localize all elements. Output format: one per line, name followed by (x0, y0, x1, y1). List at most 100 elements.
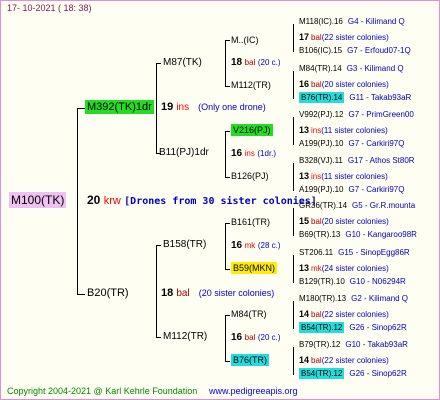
gen4-note: (20 c.) (257, 58, 281, 67)
gen5-origin: G4 - Kilimand Q (347, 17, 405, 26)
root-drone-line: 20 krw [Drones from 30 sister colonies] (87, 194, 317, 207)
gen5-count: 14 (299, 309, 310, 319)
gen4-node: V216(PJ) (231, 124, 273, 136)
gen5-origin: G26 - Sinop62R (349, 323, 407, 332)
gen4-node: M84(TR) (231, 309, 267, 319)
connector (156, 245, 157, 337)
pedigree-chart: 17- 10-2021 ( 18: 38) M100(TK) 20 krw [D… (0, 0, 440, 400)
connector (293, 24, 294, 52)
gen5-node: B106(IC).15 G7 - Erfoud07-1Q (299, 47, 411, 55)
gen5-origin: G7 - Erfoud07-1Q (347, 46, 411, 55)
connector (225, 223, 230, 224)
gen4-node: B161(TR) (231, 217, 271, 227)
gen5-drone-line: 15 bal(20 sister colonies) (299, 217, 389, 226)
gen5-node: ST206.11 G15 - SinopEgg86R (299, 249, 410, 257)
connector (156, 63, 161, 64)
gen5-word: bal (311, 356, 322, 365)
gen3-node: M87(TK) (163, 57, 202, 68)
connector (225, 315, 230, 316)
gen5-node: A199(PJ).10 G7 - Carkiri97Q (299, 140, 404, 148)
gen4-node: B126(PJ) (231, 171, 269, 181)
gen5-count: 13 (299, 125, 310, 135)
gen5-count: 15 (299, 216, 310, 226)
root-count: 20 (87, 193, 101, 207)
connector (77, 108, 85, 109)
connector (225, 131, 226, 177)
gen5-origin: G3 - Kilimand Q (346, 64, 404, 73)
gen5-count: 13 (299, 171, 310, 181)
gen5-origin: G15 - SinopEgg86R (338, 248, 410, 257)
gen4-note: (28 c.) (257, 241, 281, 250)
gen5-origin: G7 - Carkiri97Q (348, 139, 405, 148)
gen5-origin: G2 - Kilimand Q (351, 294, 409, 303)
connector (225, 223, 226, 269)
gen5-node: M84(TR).14 G3 - Kilimand Q (299, 65, 404, 73)
connector (293, 117, 294, 145)
website-link[interactable]: www.pedigreeapis.org (209, 387, 298, 396)
gen4-note: (1dr.) (257, 149, 277, 158)
gen4-count: 16 (231, 240, 243, 251)
gen5-drone-line: 14 bal(22 sister colonies) (299, 310, 389, 319)
gen4-label: V216(PJ) (231, 124, 273, 136)
connector (225, 269, 230, 270)
gen5-note: (11 sister colonies) (321, 172, 388, 181)
gen5-drone-line: 17 bal(22 sister colonies) (299, 33, 389, 42)
connector (293, 301, 294, 329)
gen5-node: V992(PJ).12 G7 - PrimGreen00 (299, 111, 414, 119)
gen5-word: mk (311, 264, 322, 273)
gen5-origin: G17 - Athos St80R (347, 156, 415, 165)
gen2-drone-line: 18 bal (20 sister colonies) (161, 288, 274, 299)
gen5-origin: G7 - Carkiri97Q (348, 185, 405, 194)
gen5-count: 17 (299, 32, 310, 42)
gen4-node: M..(IC) (231, 35, 259, 45)
root-word: krw (103, 195, 121, 207)
gen4-node: B59(MKN) (231, 262, 278, 274)
gen5-label: B106(IC).15 (299, 46, 343, 55)
gen3-node: M112(TR) (163, 331, 208, 342)
gen2-label: M392(TK)1dr (85, 100, 154, 114)
gen5-count: 16 (299, 79, 310, 89)
connector (156, 245, 161, 246)
gen2-node: M392(TK)1dr (85, 100, 154, 114)
gen5-origin: G10 - N06294R (349, 277, 406, 286)
gen5-origin: G11 - Takab93aR (349, 93, 412, 102)
gen5-label: B328(VJ).11 (299, 156, 343, 165)
gen4-count: 18 (231, 57, 243, 68)
gen2-count: 19 (161, 101, 174, 113)
gen5-label: M118(IC).16 (299, 17, 343, 26)
gen5-count: 14 (299, 355, 310, 365)
gen5-label: GR36(TR).14 (299, 201, 348, 210)
gen5-origin: G5 - Gr.R.mounta (352, 201, 416, 210)
gen5-count: 13 (299, 263, 310, 273)
root-label: M100(TK) (9, 192, 67, 208)
gen4-drone-line: 18 bal (20 c.) (231, 58, 281, 68)
gen5-note: (22 sister colonies) (321, 356, 389, 365)
gen5-note: (24 sister colonies) (321, 264, 389, 273)
gen4-count: 16 (231, 148, 243, 159)
gen5-node: B328(VJ).11 G17 - Athos St80R (299, 157, 415, 165)
gen5-drone-line: 13 ins(11 sister colonies) (299, 126, 388, 135)
gen5-origin: G7 - PrimGreen00 (348, 110, 414, 119)
gen4-drone-line: 16 mk (28 c.) (231, 241, 281, 251)
gen5-node: M180(TR).13 G2 - Kilimand Q (299, 295, 408, 303)
connector (225, 86, 230, 87)
gen5-label: M180(TR).13 (299, 294, 347, 303)
connector (156, 63, 157, 153)
gen2-note: (Only one drone) (198, 102, 266, 112)
gen2-drone-line: 19 ins (Only one drone) (161, 102, 266, 113)
gen5-drone-line: 14 bal(22 sister colonies) (299, 356, 389, 365)
gen4-note: (20 c.) (257, 333, 281, 342)
gen5-word: ins (311, 126, 322, 135)
connector (293, 71, 294, 99)
gen5-label: B129(TR).10 (299, 277, 345, 286)
gen3-node: B158(TR) (163, 239, 207, 250)
gen5-note: (22 sister colonies) (321, 310, 389, 319)
gen4-label: B59(MKN) (231, 262, 278, 274)
gen5-label: B69(TR).13 (299, 230, 341, 239)
gen5-node: A199(PJ).10 G7 - Carkiri97Q (299, 186, 404, 194)
connector (77, 108, 78, 294)
root-note: [Drones from 30 sister colonies] (124, 196, 317, 207)
gen4-word: ins (244, 149, 255, 158)
gen5-node: B54(TR).12 G26 - Sinop62R (299, 368, 407, 379)
gen2-count: 18 (161, 287, 174, 299)
